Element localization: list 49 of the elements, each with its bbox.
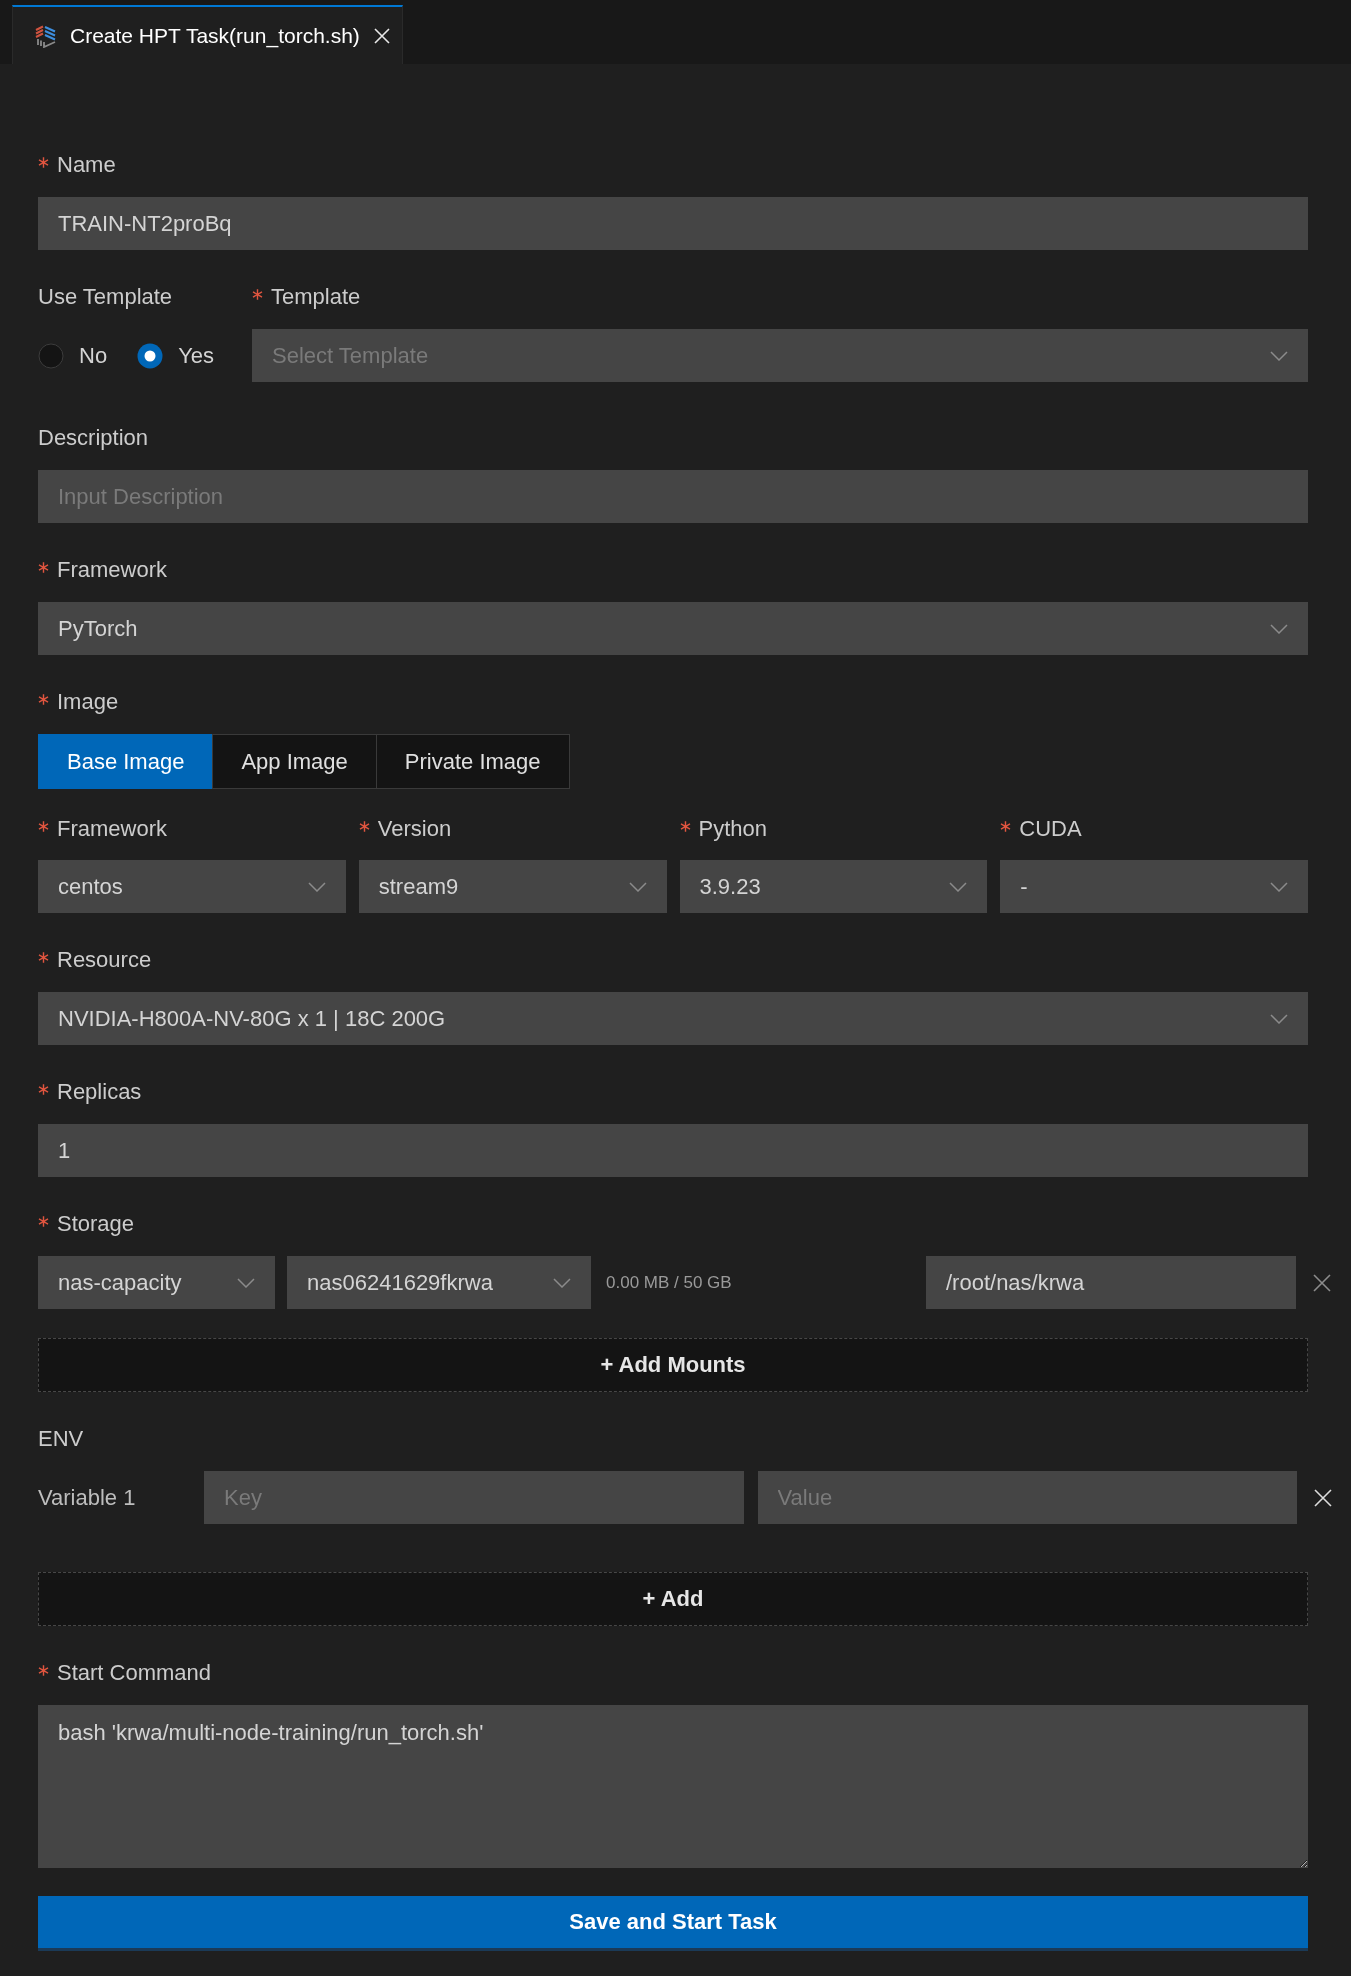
field-label: Use Template [38,283,173,311]
field-label: ENV [38,1425,84,1453]
image-tab[interactable]: Base Image [38,734,214,789]
input-field[interactable]: /root/nas/krwa [926,1256,1296,1309]
chevron-down-icon [307,881,326,892]
radio-option[interactable]: No [38,342,108,369]
chevron-down-icon [1270,1013,1288,1024]
field-label: Replicas [57,1078,142,1106]
input-field[interactable]: 1 [38,1124,1308,1177]
select-field[interactable]: 3.9.23 [679,860,988,913]
select-field[interactable]: nas06241629fkrwa [287,1256,591,1309]
field-label: Template [271,283,361,311]
add-variable-button[interactable]: + Add [38,1572,1308,1626]
chevron-down-icon [628,881,647,892]
chevron-down-icon [1270,623,1288,634]
field-label: Framework [57,815,167,843]
image-tab[interactable]: Private Image [375,734,570,789]
image-tab[interactable]: App Image [212,734,377,789]
radio-option[interactable]: Yes [137,342,214,369]
add-mounts-button[interactable]: + Add Mounts [38,1338,1308,1392]
field-label: Version [377,815,452,843]
field-label: Storage [57,1210,135,1238]
select-field[interactable]: centos [38,860,346,913]
chevron-down-icon [1270,350,1288,361]
field-label: Framework [57,556,167,584]
save-start-button[interactable]: Save and Start Task [38,1896,1308,1951]
striped-logo-icon [34,23,58,48]
chevron-down-icon [237,1277,255,1288]
select-field[interactable]: PyTorch [38,602,1308,655]
editor-tab[interactable]: Create HPT Task(run_torch.sh) [12,5,403,64]
field-label: CUDA [1019,815,1082,843]
storage-usage: 0.00 MB / 50 GB [605,1272,733,1293]
textarea-field[interactable]: bash 'krwa/multi-node-training/run_torch.sh' [38,1705,1308,1868]
select-field[interactable]: - [1000,860,1308,913]
variable-label: Variable 1 [38,1484,137,1511]
chevron-down-icon [1270,881,1288,892]
input-field[interactable]: TRAIN-NT2proBq [38,197,1308,250]
field-label: Image [57,688,119,716]
field-label: Start Command [57,1659,212,1687]
tab-title: Create HPT Task(run_torch.sh) [70,23,360,48]
chevron-down-icon [553,1277,571,1288]
select-field[interactable]: nas-capacity [38,1256,275,1309]
select-field[interactable]: NVIDIA-H800A-NV-80G x 1 | 18C 200G [38,992,1308,1045]
field-label: Name [57,151,116,179]
field-label: Python [698,815,767,843]
select-field[interactable]: stream9 [358,860,667,913]
chevron-down-icon [949,881,968,892]
field-label: Description [38,424,149,452]
field-label: Resource [57,946,152,974]
